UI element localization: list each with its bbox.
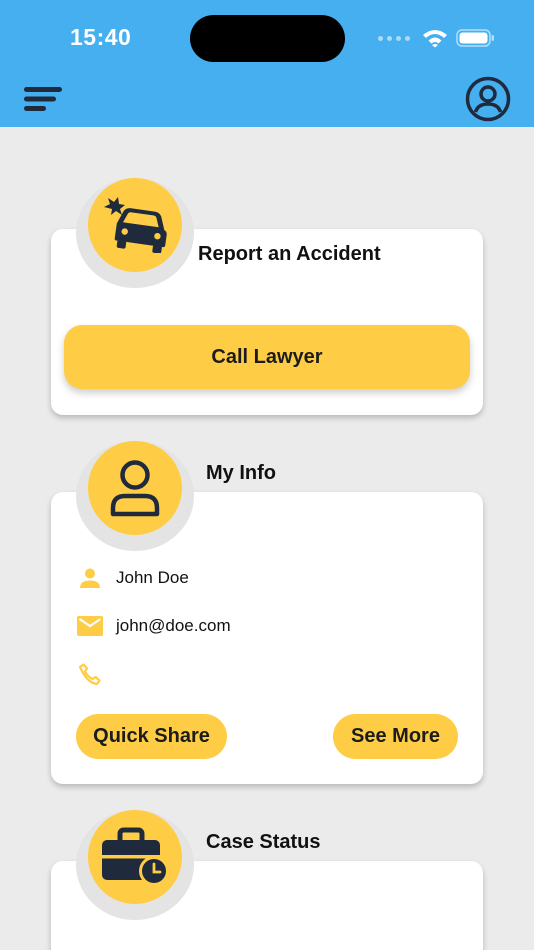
see-more-button[interactable]: See More	[333, 714, 458, 759]
person-outline-icon	[88, 441, 182, 535]
person-icon	[76, 564, 104, 592]
briefcase-clock-icon	[88, 810, 182, 904]
menu-icon[interactable]	[24, 84, 64, 114]
phone-row	[76, 660, 116, 688]
battery-icon	[456, 29, 494, 47]
quick-share-button[interactable]: Quick Share	[76, 714, 227, 759]
signal-dots-icon	[378, 35, 410, 41]
phone-icon	[76, 660, 104, 688]
email-row: john@doe.com	[76, 612, 231, 640]
user-name: John Doe	[116, 568, 189, 587]
user-email[interactable]: john@doe.com	[116, 616, 231, 636]
status-indicators	[378, 27, 496, 49]
car-crash-icon	[88, 178, 182, 272]
status-time: 15:40	[70, 24, 132, 50]
mail-icon	[76, 612, 104, 640]
app-header: 15:40	[0, 0, 534, 127]
my-info-title: My Info	[206, 462, 276, 484]
wifi-icon	[423, 30, 447, 48]
dynamic-island	[190, 15, 345, 62]
profile-icon[interactable]	[464, 75, 512, 123]
report-accident-title: Report an Accident	[198, 243, 381, 265]
name-row: John Doe	[76, 564, 189, 592]
case-status-title: Case Status	[206, 831, 321, 853]
call-lawyer-button[interactable]: Call Lawyer	[64, 325, 470, 389]
